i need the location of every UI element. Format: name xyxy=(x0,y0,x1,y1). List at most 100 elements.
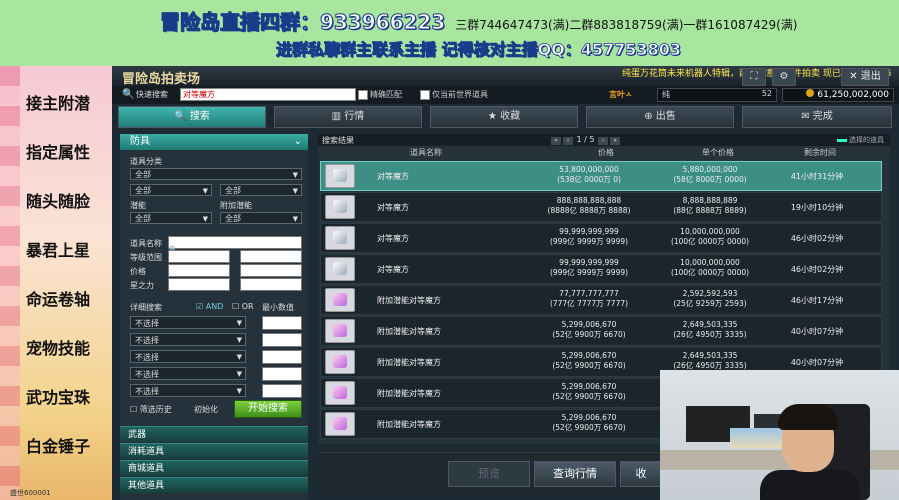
chevron-down-icon: ⌄ xyxy=(293,136,302,147)
unit-sub: (100亿 0000万 0000) xyxy=(670,268,750,277)
option-min-input[interactable] xyxy=(262,316,302,330)
cube-purple-icon xyxy=(325,288,355,312)
preview-button[interactable]: 预览 xyxy=(448,461,530,487)
category-weapons[interactable]: 武器 xyxy=(120,426,308,442)
price-min-input[interactable] xyxy=(168,264,230,277)
fullscreen-icon[interactable]: ⛶ xyxy=(742,68,766,86)
reset-button[interactable]: 初始化 xyxy=(194,404,218,415)
table-row[interactable]: 对等魔方 53,800,000,000 (538亿 0000万 0) 5,880,… xyxy=(320,161,882,191)
banner-main-text: 冒险岛直播四群：933966223 xyxy=(159,10,446,35)
star-max-input[interactable] xyxy=(240,278,302,291)
option-row: 不选择 ▼ xyxy=(130,316,302,330)
table-row[interactable]: 对等魔方 99,999,999,999 (999亿 9999万 9999) 10,… xyxy=(320,223,882,253)
query-market-button[interactable]: 查询行情 xyxy=(534,461,616,487)
level-min-input[interactable] xyxy=(168,250,230,263)
tab-market[interactable]: ▥ 行情 xyxy=(274,106,422,128)
tab-sell[interactable]: ⊕ 出售 xyxy=(586,106,734,128)
unit-value: 10,000,000,000 xyxy=(680,227,740,236)
option-select[interactable]: 不选择 ▼ xyxy=(130,367,246,380)
item-name: 附加潜能对等魔方 xyxy=(377,420,441,429)
quick-search-bar: 🔍 快速搜索 对等魔方 精确匹配 仅当前世界道具 言叶ㅅ 纯 52 61,250… xyxy=(112,86,899,104)
cash-name: 纯 xyxy=(662,90,670,99)
item-price: 99,999,999,999 (999亿 9999万 9999) xyxy=(541,258,637,278)
category-select[interactable]: 全部 ▼ xyxy=(130,168,302,180)
table-row[interactable]: 附加潜能对等魔方 77,777,777,777 (777亿 7777万 7777)… xyxy=(320,285,882,315)
exit-button[interactable]: ✕ 退出 xyxy=(841,68,889,86)
first-page-icon[interactable]: « xyxy=(551,137,561,145)
page-total: 5 xyxy=(589,135,595,144)
cube-icon xyxy=(325,164,355,188)
item-price: 99,999,999,999 (999亿 9999万 9999) xyxy=(541,227,637,247)
cube-purple-icon xyxy=(325,350,355,374)
exit-label: 退出 xyxy=(860,71,881,82)
mesos-amount: 61,250,002,000 xyxy=(817,90,889,100)
selected-items-label: 选择的道具 xyxy=(849,136,884,144)
table-row[interactable]: 附加潜能对等魔方 5,299,006,670 (52亿 9900万 6670) 2… xyxy=(320,316,882,346)
star-min-input[interactable] xyxy=(168,278,230,291)
item-name: 附加潜能对等魔方 xyxy=(377,358,441,367)
option-min-input[interactable] xyxy=(262,350,302,364)
current-world-checkbox[interactable] xyxy=(420,90,430,100)
option-min-input[interactable] xyxy=(262,384,302,398)
option-select[interactable]: 不选择 ▼ xyxy=(130,333,246,346)
additional-potential-select[interactable]: 全部 ▼ xyxy=(220,212,302,224)
item-name-label: 道具名称 xyxy=(130,239,162,248)
item-name-input[interactable]: 🔍 xyxy=(168,236,302,254)
banner-groups-text: 三群744647473(满)二群883818759(满)一群161087429(… xyxy=(455,18,798,32)
option-min-input[interactable] xyxy=(262,367,302,381)
title-bar: 冒险岛拍卖场 纯蛋万花筒未来机器人特辑，两合心意的佳件拍卖 现已上架，集齐5 ⛶… xyxy=(112,66,899,87)
tab-complete[interactable]: ✉ 完成 xyxy=(742,106,892,128)
start-search-button[interactable]: 开始搜索 xyxy=(234,400,302,418)
quick-search-input[interactable]: 对等魔方 xyxy=(180,88,356,101)
chevron-down-icon: ▼ xyxy=(236,319,242,327)
option-select[interactable]: 不选择 ▼ xyxy=(130,384,246,397)
stream-banner-line2: 进群私聊群主联系主播 记得核对主播QQ：457753803 xyxy=(276,40,682,60)
price-value: 53,800,000,000 xyxy=(559,165,619,174)
filter-history-label: 筛选历史 xyxy=(139,405,172,414)
item-price: 5,299,006,670 (52亿 9900万 6670) xyxy=(541,351,637,371)
next-page-icon[interactable]: › xyxy=(598,137,609,145)
potential-select[interactable]: 全部 ▼ xyxy=(130,212,212,224)
exact-match-checkbox[interactable] xyxy=(358,90,368,100)
price-value: 888,888,888,888 xyxy=(556,196,622,205)
option-min-input[interactable] xyxy=(262,333,302,347)
level-max-input[interactable] xyxy=(240,250,302,263)
tab-search[interactable]: 🔍 搜索 xyxy=(118,106,266,128)
category-other-items[interactable]: 其他道具 xyxy=(120,477,308,493)
table-row[interactable]: 对等魔方 99,999,999,999 (999亿 9999万 9999) 10,… xyxy=(320,254,882,284)
option-select[interactable]: 不选择 ▼ xyxy=(130,350,246,363)
and-label: AND xyxy=(205,302,224,311)
selected-items-toggle[interactable]: 选择的道具 xyxy=(836,135,884,145)
settings-icon[interactable]: ⚙ xyxy=(772,68,796,86)
or-radio[interactable]: ☐ OR xyxy=(232,302,254,311)
category-cash-items[interactable]: 商城道具 xyxy=(120,460,308,476)
select-value: 全部 xyxy=(225,186,241,195)
tab-label: 收藏 xyxy=(500,111,521,122)
last-page-icon[interactable]: » xyxy=(610,137,621,145)
item-price: 53,800,000,000 (538亿 0000万 0) xyxy=(541,165,637,185)
collect-button[interactable]: 收 xyxy=(620,461,662,487)
tab-label: 出售 xyxy=(655,111,676,122)
table-row[interactable]: 对等魔方 888,888,888,888 (8888亿 8888万 8888) 8… xyxy=(320,192,882,222)
price-value: 99,999,999,999 xyxy=(559,258,619,267)
option-select[interactable]: 不选择 ▼ xyxy=(130,316,246,329)
prev-page-icon[interactable]: ‹ xyxy=(563,137,573,145)
item-price: 5,299,006,670 (52亿 9900万 6670) xyxy=(541,320,637,340)
price-max-input[interactable] xyxy=(240,264,302,277)
subcategory-select-1[interactable]: 全部 ▼ xyxy=(130,184,212,196)
price-sub: (999亿 9999万 9999) xyxy=(549,237,629,246)
tab-favorites[interactable]: ★ 收藏 xyxy=(430,106,578,128)
category-consumables[interactable]: 消耗道具 xyxy=(120,443,308,459)
option-row: 不选择 ▼ xyxy=(130,367,302,381)
streamer-body xyxy=(760,470,860,500)
price-sub: (999亿 9999万 9999) xyxy=(549,268,629,277)
filter-history-checkbox[interactable]: ☐ 筛选历史 xyxy=(130,404,172,415)
and-radio[interactable]: ☑ AND xyxy=(196,302,223,311)
unit-value: 2,592,592,593 xyxy=(682,289,738,298)
unit-value: 8,888,888,889 xyxy=(682,196,738,205)
service-item: 指定属性 xyxy=(26,143,91,162)
select-value: 不选择 xyxy=(135,319,159,328)
item-time-left: 40小时07分钟 xyxy=(790,358,844,367)
filter-header[interactable]: 防具 ⌄ xyxy=(120,134,308,150)
subcategory-select-2[interactable]: 全部 ▼ xyxy=(220,184,302,196)
